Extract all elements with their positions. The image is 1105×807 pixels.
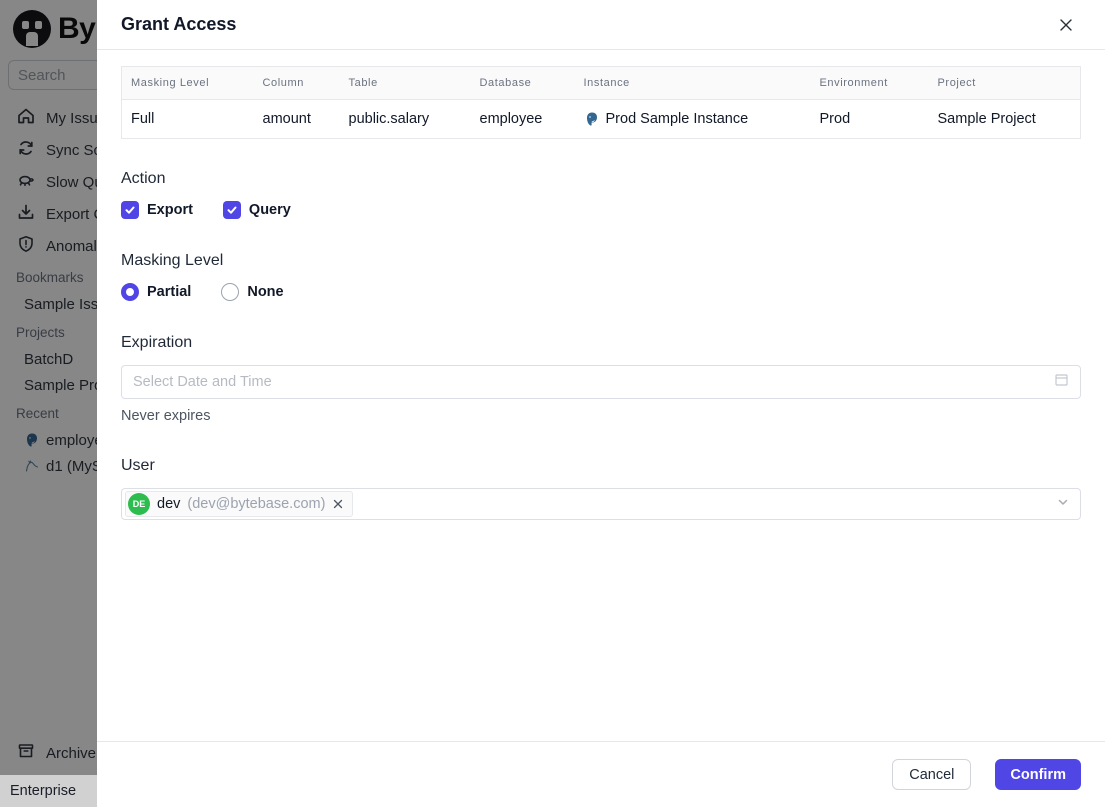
checkbox-checked-icon xyxy=(222,201,241,219)
masking-scope-table: Masking Level Column Table Database Inst… xyxy=(121,66,1081,139)
col-header-project: Project xyxy=(928,66,1081,100)
modal-backdrop-footer xyxy=(0,775,97,807)
cell-database: employee xyxy=(479,111,543,127)
query-checkbox[interactable]: Query xyxy=(222,201,291,219)
chevron-down-icon xyxy=(1056,495,1070,514)
checkbox-label: Export xyxy=(147,202,193,218)
date-placeholder: Select Date and Time xyxy=(133,374,272,390)
action-options: Export Query xyxy=(121,201,1081,219)
grant-access-modal: Grant Access Masking Level Column Table … xyxy=(97,0,1105,807)
avatar: DE xyxy=(128,493,150,515)
user-tag: DE dev (dev@bytebase.com) xyxy=(125,491,354,517)
confirm-button[interactable]: Confirm xyxy=(995,759,1081,790)
col-header-database: Database xyxy=(470,66,575,100)
expiration-heading: Expiration xyxy=(121,334,193,351)
cell-environment: Prod xyxy=(819,111,851,127)
expiration-hint: Never expires xyxy=(121,408,211,424)
col-header-instance: Instance xyxy=(574,66,811,100)
modal-footer: Cancel Confirm xyxy=(97,741,1105,807)
table-header-row: Masking Level Column Table Database Inst… xyxy=(121,66,1081,100)
modal-body: Masking Level Column Table Database Inst… xyxy=(97,50,1105,741)
table-row: Full amount public.salary employee Prod … xyxy=(122,100,1081,139)
calendar-icon xyxy=(1054,372,1069,392)
instance-name: Prod Sample Instance xyxy=(605,111,749,127)
cancel-button[interactable]: Cancel xyxy=(892,759,972,790)
cell-project: Sample Project xyxy=(937,111,1036,127)
checkbox-label: Query xyxy=(248,202,291,218)
sidebar: By Search My Issues Sync Schema Slow Que… xyxy=(0,0,97,807)
close-icon[interactable] xyxy=(1055,14,1077,36)
none-radio[interactable]: None xyxy=(221,283,284,301)
action-heading: Action xyxy=(121,170,166,187)
postgres-icon xyxy=(584,111,600,127)
radio-selected-icon xyxy=(121,283,139,301)
radio-label: None xyxy=(247,284,284,300)
partial-radio[interactable]: Partial xyxy=(121,283,191,301)
radio-unselected-icon xyxy=(221,283,240,301)
col-header-environment: Environment xyxy=(810,66,929,100)
app-root: By Search My Issues Sync Schema Slow Que… xyxy=(0,0,1105,807)
user-email: (dev@bytebase.com) xyxy=(187,496,326,512)
cell-instance: Prod Sample Instance xyxy=(575,100,811,139)
modal-backdrop[interactable] xyxy=(0,0,97,775)
modal-title: Grant Access xyxy=(121,14,237,34)
cell-masking-level: Full xyxy=(131,111,155,127)
user-select[interactable]: DE dev (dev@bytebase.com) xyxy=(121,488,1081,520)
radio-label: Partial xyxy=(147,284,192,300)
export-checkbox[interactable]: Export xyxy=(121,201,193,219)
cell-column: amount xyxy=(262,111,311,127)
col-header-table: Table xyxy=(339,66,471,100)
masking-level-options: Partial None xyxy=(121,283,1081,301)
user-name: dev xyxy=(157,496,181,512)
remove-user-icon[interactable] xyxy=(332,498,344,510)
col-header-column: Column xyxy=(253,66,340,100)
modal-header: Grant Access xyxy=(97,0,1105,50)
expiration-date-input[interactable]: Select Date and Time xyxy=(121,365,1081,399)
col-header-masking-level: Masking Level xyxy=(121,66,254,100)
masking-level-heading: Masking Level xyxy=(121,252,224,269)
user-heading: User xyxy=(121,457,155,474)
checkbox-checked-icon xyxy=(121,201,139,219)
cell-table: public.salary xyxy=(348,111,430,127)
